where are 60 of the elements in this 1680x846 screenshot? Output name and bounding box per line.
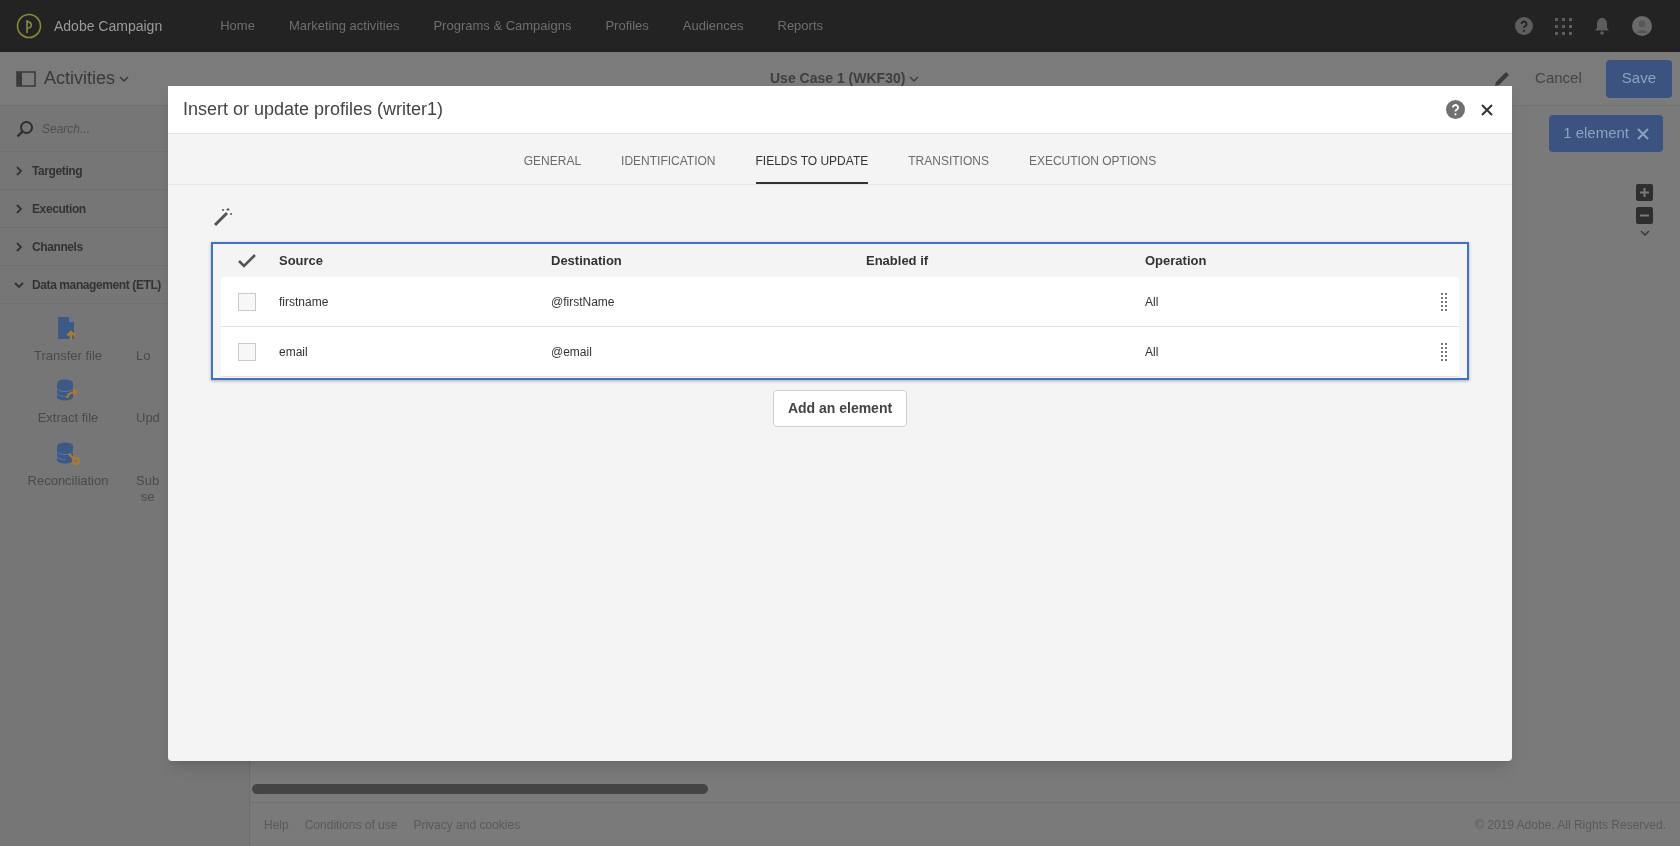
panel-icon	[16, 70, 36, 87]
column-header: Destination	[551, 251, 622, 270]
chevron-right-icon	[14, 203, 24, 214]
table-cell-text: @firstName	[551, 293, 615, 311]
chevron-right-icon	[14, 241, 24, 252]
workflow-title-dropdown[interactable]: Use Case 1 (WKF30)	[770, 68, 920, 89]
nav-link[interactable]: Marketing activities	[288, 16, 400, 36]
nav-link[interactable]: Programs & Campaigns	[433, 16, 572, 36]
zoom-out-icon	[1636, 207, 1653, 224]
tab[interactable]: FIELDS TO UPDATE	[755, 134, 869, 184]
tab[interactable]: TRANSITIONS	[908, 134, 989, 184]
nav-link[interactable]: Reports	[777, 16, 824, 36]
chevron-down-icon	[1639, 230, 1650, 236]
chevron-right-icon	[14, 165, 24, 176]
save-button[interactable]: Save	[1605, 59, 1672, 98]
close-icon	[1637, 127, 1649, 140]
magic-wand-button[interactable]	[213, 207, 233, 227]
checkbox[interactable]	[238, 342, 256, 361]
table-row[interactable]: email @email All	[221, 327, 1459, 377]
tab[interactable]: IDENTIFICATION	[621, 134, 716, 184]
scrollbar-thumb[interactable]	[252, 784, 708, 794]
avatar-icon	[1632, 16, 1652, 36]
checkmark-icon	[238, 253, 256, 268]
nav-link[interactable]: Profiles	[605, 16, 649, 36]
help-icon	[1515, 17, 1533, 35]
table-cell-text: email	[279, 343, 308, 361]
close-button[interactable]	[1481, 103, 1493, 116]
chevron-down-icon	[14, 279, 24, 290]
pencil-icon	[1493, 69, 1512, 88]
logo-icon	[16, 13, 42, 39]
column-header: Source	[279, 251, 324, 270]
nav-link[interactable]: Home	[220, 16, 255, 36]
activities-dropdown[interactable]: Activities	[44, 65, 129, 92]
help-icon	[1446, 100, 1465, 119]
tab[interactable]: EXECUTION OPTIONS	[1028, 134, 1157, 184]
selection-button[interactable]: 1 element	[1549, 115, 1663, 152]
database-key-icon	[56, 440, 80, 467]
app-name: Adobe Campaign	[54, 16, 163, 36]
apps-grid-icon	[1555, 17, 1572, 35]
bell-icon	[1594, 17, 1610, 35]
zoom-in-icon	[1636, 184, 1653, 201]
close-icon	[1481, 103, 1493, 116]
chevron-down-icon	[119, 75, 129, 82]
checkbox[interactable]	[238, 292, 256, 311]
chevron-down-icon	[909, 75, 920, 82]
tab[interactable]: GENERAL	[523, 134, 582, 184]
search-icon	[16, 119, 34, 138]
column-header: Enabled if	[866, 251, 929, 270]
drag-handle-icon[interactable]	[1441, 342, 1447, 361]
dialog-title: Insert or update profiles (writer1)	[183, 98, 444, 121]
table-cell-text: @email	[551, 343, 592, 361]
table-cell-text: All	[1145, 343, 1159, 361]
magic-wand-icon	[213, 207, 233, 227]
drag-handle-icon[interactable]	[1441, 292, 1447, 311]
add-element-button[interactable]: Add an element	[772, 390, 908, 427]
table-cell-text: All	[1145, 293, 1159, 311]
column-header: Operation	[1145, 251, 1207, 270]
table-row[interactable]: firstname @firstName All	[221, 277, 1459, 327]
table-cell-text: firstname	[279, 293, 329, 311]
nav-link[interactable]: Audiences	[682, 16, 744, 36]
